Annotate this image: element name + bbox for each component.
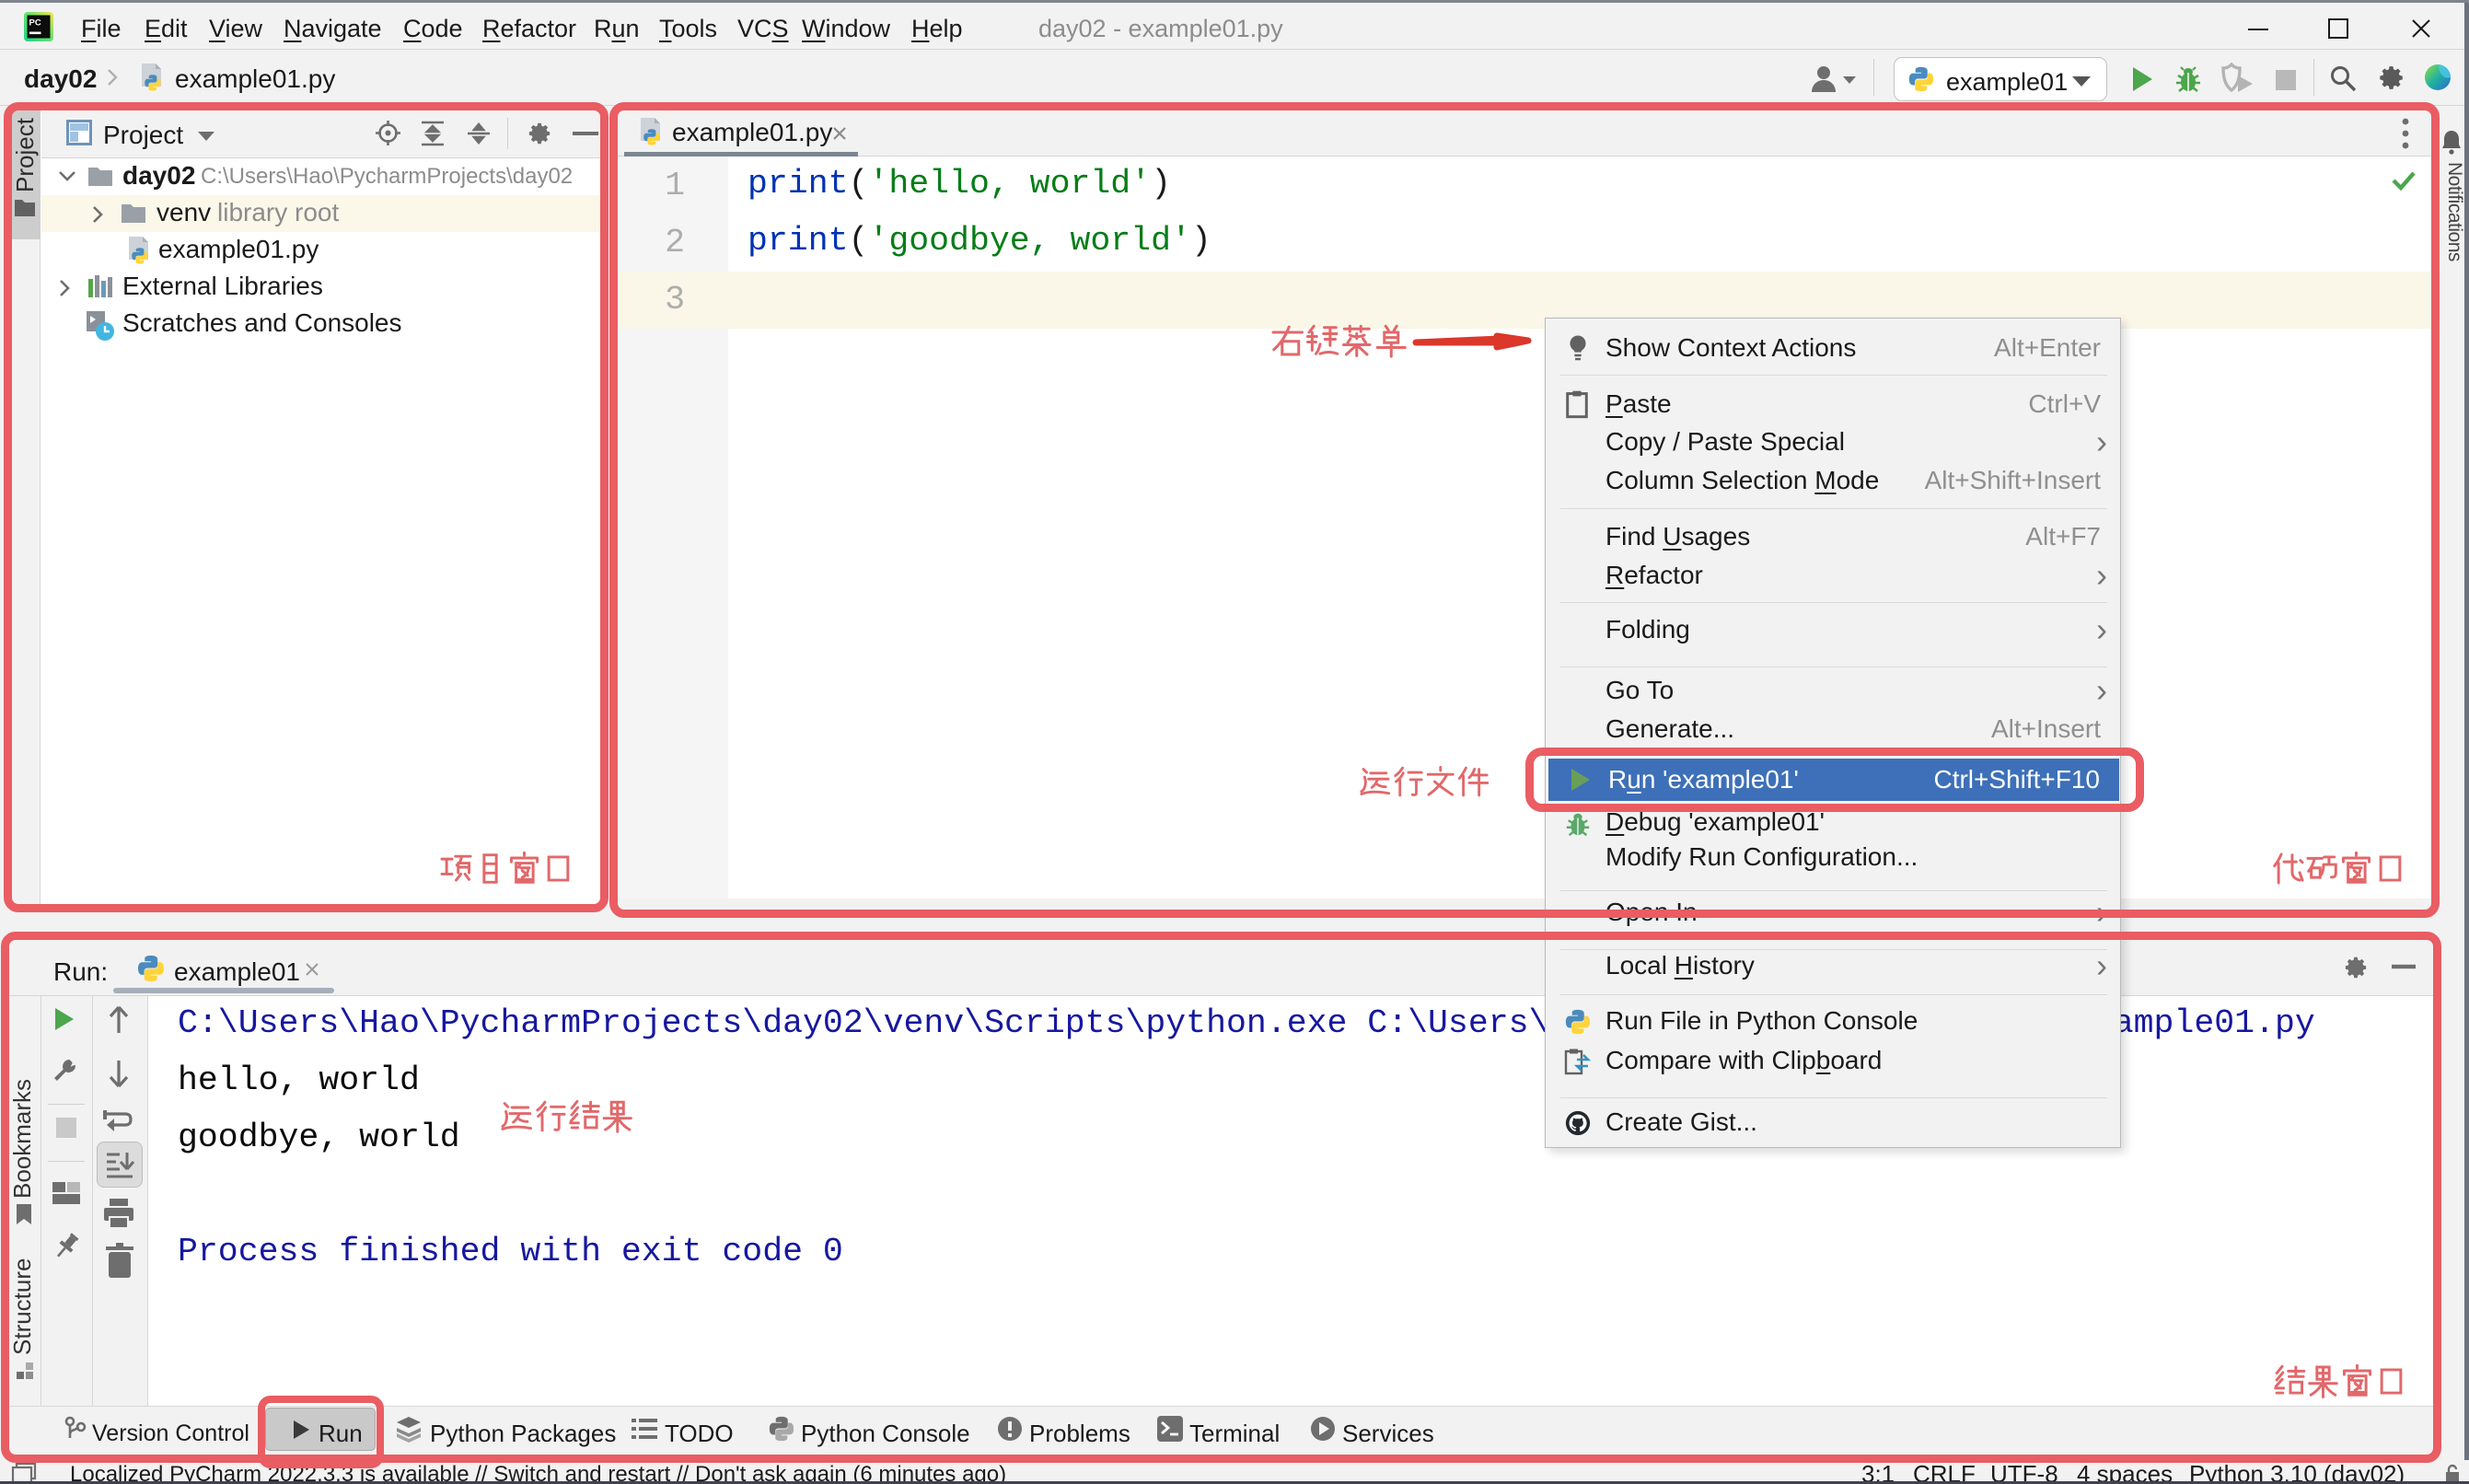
svg-text:PC: PC [29, 18, 41, 29]
